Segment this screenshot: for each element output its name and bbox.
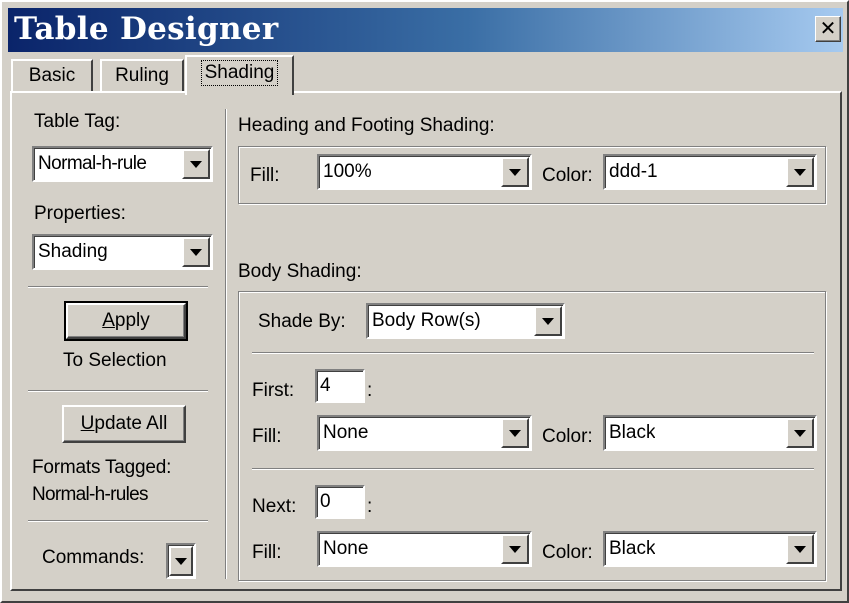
- chevron-down-icon[interactable]: [534, 306, 562, 336]
- chevron-down-icon[interactable]: [169, 546, 193, 576]
- apply-button[interactable]: Apply: [64, 301, 188, 341]
- window-title: Table Designer: [14, 11, 279, 47]
- heading-color-dropdown[interactable]: ddd-1: [603, 154, 817, 190]
- chevron-down-icon[interactable]: [786, 418, 814, 448]
- chevron-down-icon[interactable]: [501, 157, 529, 187]
- separator: [28, 390, 208, 392]
- properties-label: Properties:: [34, 203, 126, 224]
- update-all-button[interactable]: Update All: [62, 405, 186, 443]
- separator: [28, 286, 208, 288]
- tab-ruling[interactable]: Ruling: [100, 59, 184, 91]
- first-color-dropdown[interactable]: Black: [603, 415, 817, 451]
- first-color-label: Color:: [542, 426, 593, 447]
- next-color-dropdown[interactable]: Black: [603, 531, 817, 567]
- tab-basic[interactable]: Basic: [11, 59, 93, 91]
- next-color-value: Black: [609, 538, 656, 559]
- to-selection-label: To Selection: [63, 350, 167, 371]
- update-all-mnemonic: U: [80, 413, 95, 434]
- first-suffix: :: [367, 380, 373, 401]
- table-tag-label: Table Tag:: [34, 111, 121, 132]
- next-rows-input[interactable]: 0: [315, 485, 365, 519]
- formats-tagged-value: Normal-h-rules: [32, 484, 149, 505]
- first-fill-value: None: [323, 422, 369, 443]
- heading-fill-dropdown[interactable]: 100%: [317, 154, 532, 190]
- shade-by-dropdown[interactable]: Body Row(s): [366, 303, 565, 339]
- chevron-down-icon[interactable]: [182, 149, 210, 179]
- tab-ruling-label: Ruling: [115, 65, 169, 86]
- shade-by-label: Shade By:: [258, 311, 346, 332]
- shading-tab-panel: Table Tag: Normal-h-rule Properties: Sha…: [10, 91, 842, 591]
- separator: [252, 468, 814, 470]
- apply-label: pply: [114, 310, 150, 331]
- table-tag-dropdown[interactable]: Normal-h-rule: [32, 146, 213, 182]
- chevron-down-icon[interactable]: [786, 534, 814, 564]
- chevron-down-icon[interactable]: [501, 534, 529, 564]
- next-suffix: :: [367, 496, 373, 517]
- tab-shading-label: Shading: [200, 60, 279, 86]
- apply-mnemonic: A: [102, 310, 115, 331]
- tab-shading[interactable]: Shading: [185, 55, 294, 95]
- commands-label: Commands:: [42, 547, 145, 568]
- update-all-label: pdate All: [94, 413, 168, 434]
- separator: [28, 520, 208, 522]
- next-color-label: Color:: [542, 542, 593, 563]
- chevron-down-icon[interactable]: [182, 237, 210, 267]
- properties-value: Shading: [38, 241, 108, 262]
- heading-color-value: ddd-1: [609, 161, 658, 182]
- first-label: First:: [252, 380, 295, 401]
- chevron-down-icon[interactable]: [786, 157, 814, 187]
- separator: [252, 352, 814, 354]
- heading-fill-label: Fill:: [250, 165, 280, 186]
- heading-fill-value: 100%: [323, 161, 372, 182]
- table-designer-window: Table Designer ✕ Basic Ruling Shading Ta…: [0, 0, 849, 603]
- first-color-value: Black: [609, 422, 656, 443]
- chevron-down-icon[interactable]: [501, 418, 529, 448]
- shade-by-value: Body Row(s): [372, 310, 481, 331]
- commands-dropdown[interactable]: [166, 543, 196, 579]
- body-shading-title: Body Shading:: [238, 261, 362, 282]
- first-fill-label: Fill:: [252, 426, 282, 447]
- column-separator: [225, 109, 227, 579]
- table-tag-value: Normal-h-rule: [38, 153, 147, 174]
- first-fill-dropdown[interactable]: None: [317, 415, 532, 451]
- tab-basic-label: Basic: [28, 65, 76, 86]
- next-fill-value: None: [323, 538, 369, 559]
- next-fill-dropdown[interactable]: None: [317, 531, 532, 567]
- next-label: Next:: [252, 496, 297, 517]
- heading-color-label: Color:: [542, 165, 593, 186]
- close-icon[interactable]: ✕: [815, 16, 841, 42]
- next-fill-label: Fill:: [252, 542, 282, 563]
- first-rows-input[interactable]: 4: [315, 369, 365, 403]
- title-bar[interactable]: Table Designer ✕: [8, 8, 843, 52]
- properties-dropdown[interactable]: Shading: [32, 234, 213, 270]
- formats-tagged-label: Formats Tagged:: [32, 457, 172, 478]
- heading-footing-shading-title: Heading and Footing Shading:: [238, 115, 495, 136]
